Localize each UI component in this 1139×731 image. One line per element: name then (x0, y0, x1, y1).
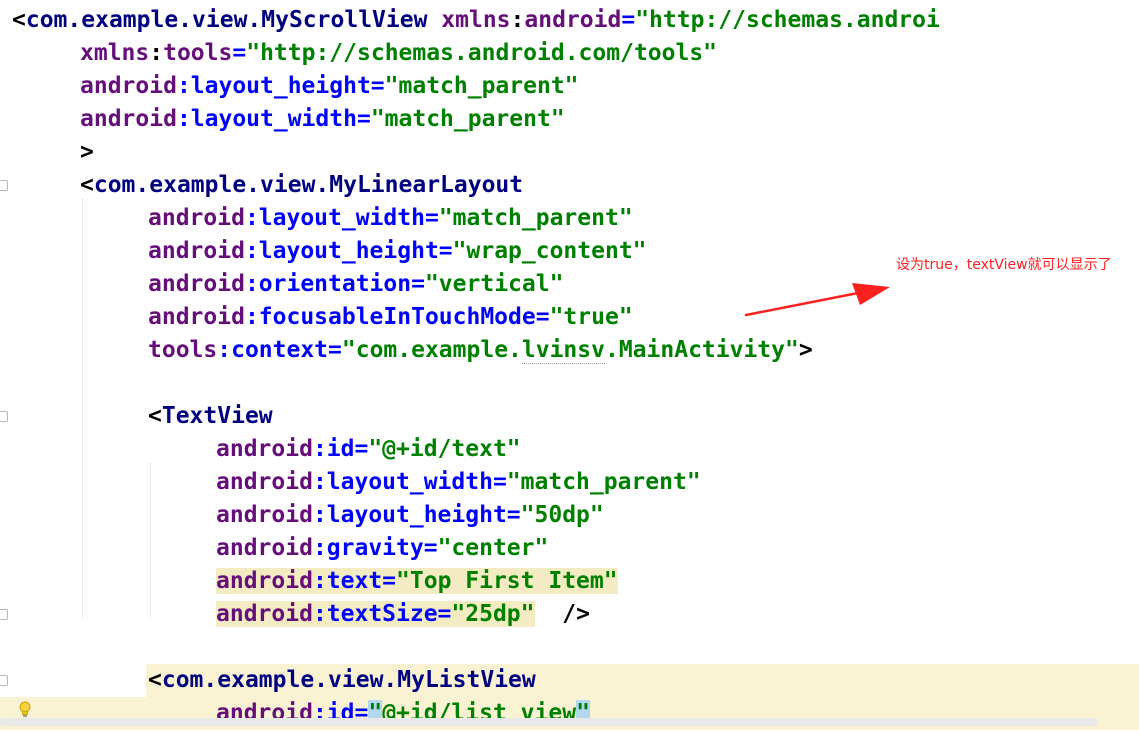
code-token-attr: :textSize= (312, 601, 452, 627)
code-line[interactable]: android:layout_width="match_parent" (12, 466, 701, 499)
code-token-tag: com.example.view.MyScrollView (25, 7, 428, 33)
code-token-val: "50dp" (520, 502, 604, 528)
code-line[interactable]: android:gravity="center" (12, 532, 548, 565)
code-line[interactable]: android:focusableInTouchMode="true" (12, 301, 633, 334)
code-line[interactable]: <TextView (12, 400, 273, 433)
code-line[interactable]: android:id="@+id/text" (12, 433, 521, 466)
code-token-ns: android (80, 106, 177, 132)
code-line[interactable]: android:layout_width="match_parent" (12, 103, 565, 136)
code-line[interactable]: android:orientation="vertical" (12, 268, 563, 301)
fold-marker-icon[interactable] (0, 675, 8, 686)
code-token-ns: xmlns (80, 40, 150, 66)
code-token-val: "25dp" (451, 601, 535, 627)
code-token-ns: tools (148, 337, 218, 363)
code-token-punct: < (148, 667, 162, 693)
code-token-tag: TextView (161, 403, 273, 429)
code-line[interactable]: <com.example.view.MyListView (12, 664, 536, 697)
code-token-punct: : (510, 7, 525, 33)
code-token-val: "center" (437, 535, 549, 561)
code-token-ns: android (148, 304, 245, 330)
code-token-ns: android (148, 205, 245, 231)
code-token-ns: android (216, 601, 313, 627)
code-token-punct: > (80, 139, 94, 165)
code-token-attr: :layout_height= (312, 502, 521, 528)
code-token-ns: android (216, 502, 313, 528)
annotation-arrow-icon (744, 283, 890, 317)
code-token-ns: android (148, 238, 245, 264)
code-line[interactable]: android:layout_height="50dp" (12, 499, 604, 532)
code-token-val: "wrap_content" (452, 238, 647, 264)
code-line[interactable]: <com.example.view.MyLinearLayout (12, 169, 523, 202)
code-token-attr: = (232, 40, 247, 66)
code-token-punct: /> (548, 601, 590, 627)
code-token-punct: < (148, 403, 162, 429)
code-token-attr: :layout_height= (244, 238, 453, 264)
code-editor[interactable]: <com.example.view.MyScrollView xmlns:and… (0, 0, 1139, 731)
code-token-ns: android (216, 469, 313, 495)
code-line[interactable]: > (12, 136, 94, 169)
lightbulb-icon[interactable] (18, 701, 32, 719)
code-token-ns: android (80, 73, 177, 99)
code-token-attr: :context= (217, 337, 342, 363)
code-line[interactable]: tools:context="com.example.lvinsv.MainAc… (12, 334, 813, 367)
code-token-val: "true" (549, 304, 633, 330)
code-token-attr: :layout_height= (176, 73, 385, 99)
code-token-attr: :orientation= (244, 271, 425, 297)
code-token-val: "Top First Item" (396, 568, 618, 594)
code-token-ns: xmlns (441, 7, 511, 33)
code-token-val: lvinsv (521, 337, 605, 364)
code-line[interactable]: android:layout_height="wrap_content" (12, 235, 647, 268)
code-token-val: "vertical" (424, 271, 564, 297)
code-token-val: "match_parent" (384, 73, 579, 99)
code-line[interactable]: android:layout_width="match_parent" (12, 202, 633, 235)
code-line[interactable]: xmlns:tools="http://schemas.android.com/… (12, 37, 717, 70)
code-line[interactable]: android:textSize="25dp" /> (12, 598, 590, 631)
editor-gutter[interactable] (0, 0, 12, 731)
code-token-attr: :layout_width= (176, 106, 371, 132)
code-token-ns: android (524, 7, 622, 33)
code-token-ns: android (216, 535, 313, 561)
code-token-ns: android (216, 436, 313, 462)
code-token-attr: :id= (312, 436, 369, 462)
code-token-attr: :focusableInTouchMode= (244, 304, 550, 330)
code-token-val: "match_parent" (506, 469, 701, 495)
code-token-attr: :layout_width= (312, 469, 507, 495)
code-token-ns: android (148, 271, 245, 297)
code-token-ns: tools (163, 40, 233, 66)
code-token-punct: < (12, 7, 26, 33)
code-token-punct: < (80, 172, 94, 198)
code-token-val: "@+id/text" (368, 436, 521, 462)
annotation-text: 设为true，textView就可以显示了 (896, 257, 1112, 273)
code-token-val: .MainActivity" (604, 337, 799, 363)
code-token-ns: android (216, 568, 313, 594)
code-token-val: "match_parent" (438, 205, 633, 231)
fold-marker-icon[interactable] (0, 411, 8, 422)
code-token-val: "http://schemas.androi (635, 7, 940, 33)
code-token-punct: > (798, 337, 813, 363)
code-token-val: "com.example. (341, 337, 522, 363)
code-line[interactable]: android:text="Top First Item" (12, 565, 618, 598)
code-token-tag: com.example.view.MyListView (161, 667, 536, 693)
code-line[interactable]: <com.example.view.MyScrollView xmlns:and… (12, 4, 940, 37)
horizontal-scrollbar[interactable] (0, 718, 1097, 726)
code-token-val: "match_parent" (370, 106, 565, 132)
code-token-punct: : (149, 40, 164, 66)
code-token-val: "http://schemas.android.com/tools" (246, 40, 718, 66)
code-token-attr: :gravity= (312, 535, 438, 561)
fold-marker-icon[interactable] (0, 180, 8, 191)
fold-marker-icon[interactable] (0, 609, 8, 620)
code-line[interactable]: android:layout_height="match_parent" (12, 70, 579, 103)
code-token-attr: = (621, 7, 636, 33)
code-token-attr: :text= (312, 568, 397, 594)
code-token-tag: com.example.view.MyLinearLayout (93, 172, 524, 198)
code-token-attr: :layout_width= (244, 205, 439, 231)
